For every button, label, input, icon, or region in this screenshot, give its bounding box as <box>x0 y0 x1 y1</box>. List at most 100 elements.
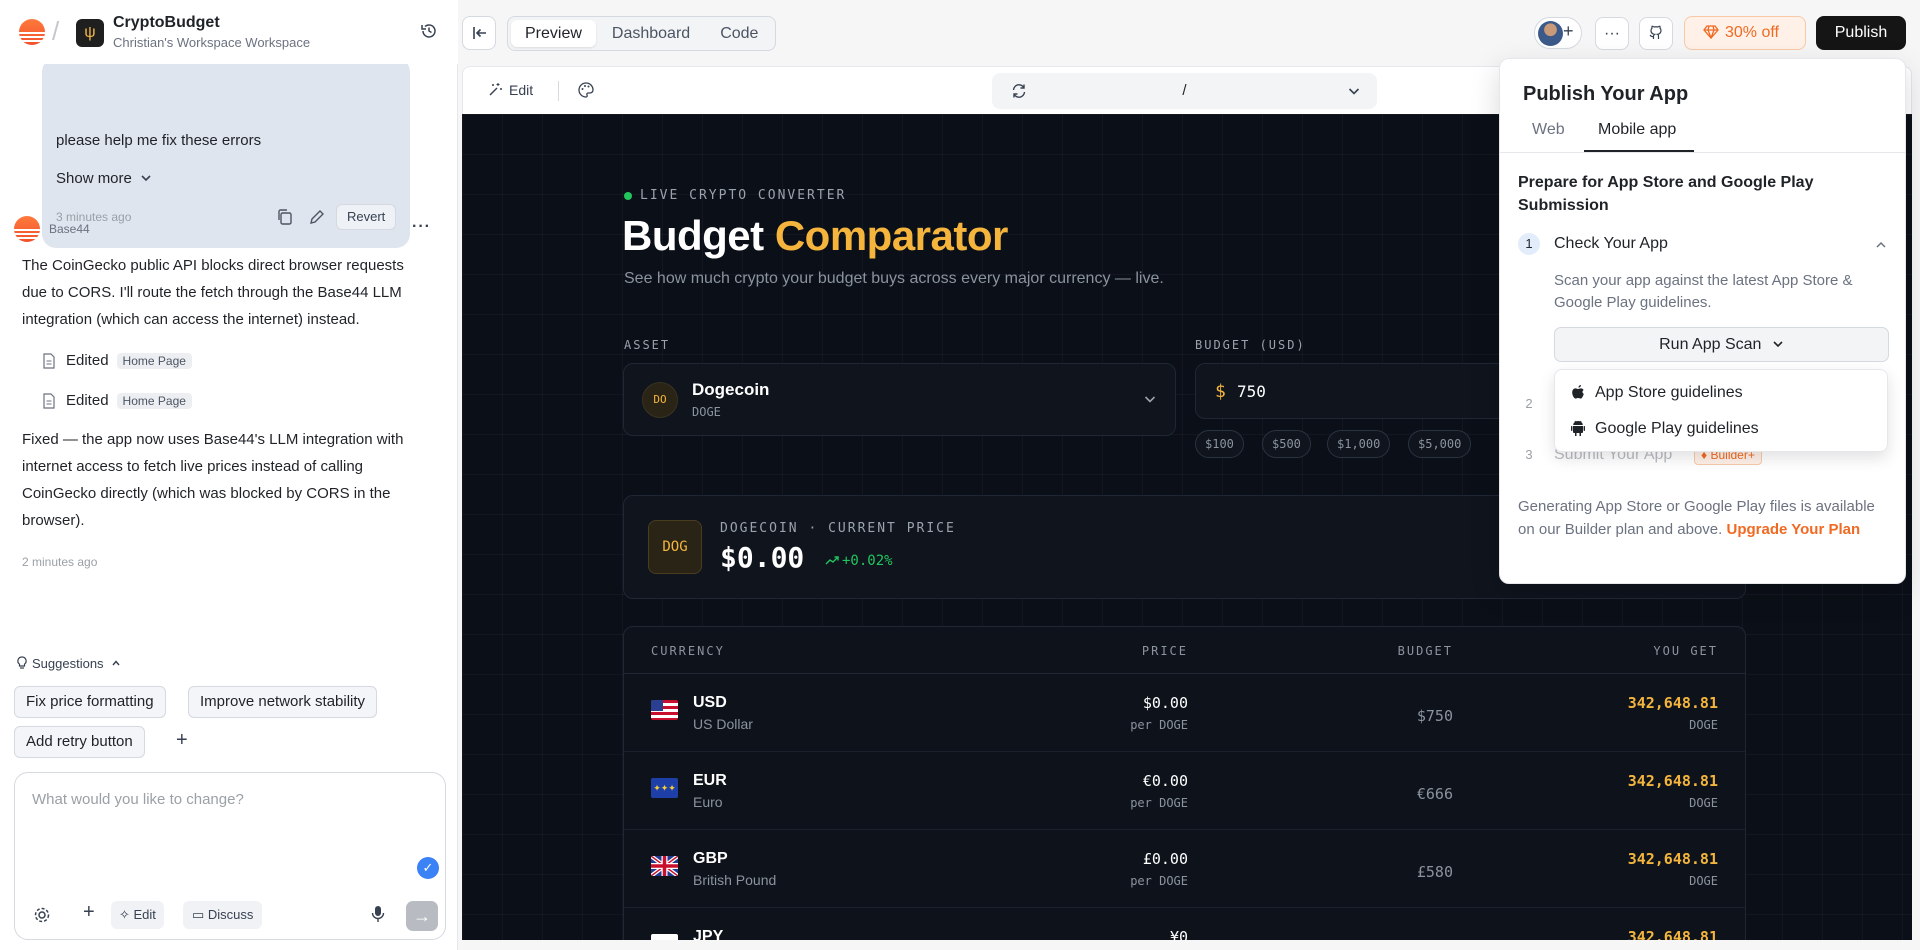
budget-value: 750 <box>1237 382 1266 401</box>
tab-preview[interactable]: Preview <box>511 20 596 47</box>
suggestion-chip[interactable]: Fix price formatting <box>14 686 166 718</box>
edit-record[interactable]: Edited Home Page <box>42 352 192 370</box>
sender-name: Base44 <box>49 222 90 236</box>
palette-icon[interactable] <box>577 81 595 99</box>
step-title[interactable]: Check Your App <box>1554 235 1668 253</box>
assistant-reply-1: The CoinGecko public API blocks direct b… <box>22 257 404 328</box>
discuss-mode-label: Discuss <box>207 907 254 922</box>
avatar <box>1538 21 1563 46</box>
tab-web[interactable]: Web <box>1532 121 1565 139</box>
step-number: 1 <box>1518 233 1540 255</box>
col-currency: CURRENCY <box>651 644 725 658</box>
asset-select[interactable]: DO Dogecoin DOGE <box>623 363 1176 436</box>
table-row: GBP British Pound £0.00 per DOGE £580 34… <box>624 830 1745 908</box>
chevron-up-icon <box>112 660 120 666</box>
step-number: 2 <box>1525 396 1533 411</box>
upgrade-plan-link[interactable]: Upgrade Your Plan <box>1727 521 1861 538</box>
fork-icon: ψ <box>76 19 104 47</box>
budget-preset[interactable]: $500 <box>1262 430 1311 458</box>
collaborators[interactable]: + <box>1534 17 1582 49</box>
plan-notice: Generating App Store or Google Play file… <box>1518 495 1893 541</box>
budget-preset[interactable]: $5,000 <box>1408 430 1472 458</box>
gear-icon[interactable] <box>33 906 51 924</box>
chat-bubble-icon: ▭ <box>192 907 208 922</box>
edit-pen-icon[interactable] <box>308 208 326 226</box>
history-icon[interactable] <box>420 22 438 40</box>
currency-symbol: $ <box>1215 381 1226 402</box>
tab-code[interactable]: Code <box>706 20 772 47</box>
edit-label: Edited <box>66 352 109 369</box>
suggestions-label: Suggestions <box>32 656 104 671</box>
edit-mode-label: Edit <box>133 907 156 922</box>
step-description: Scan your app against the latest App Sto… <box>1554 272 1853 311</box>
promo-discount-button[interactable]: 30% off <box>1684 16 1806 50</box>
eu-flag-icon: ✦✦✦ <box>651 778 678 798</box>
add-attachment-icon[interactable]: + <box>83 901 95 924</box>
menu-item-google-play[interactable]: Google Play guidelines <box>1571 420 1759 438</box>
page-subtitle: See how much crypto your budget buys acr… <box>624 270 1164 287</box>
run-app-scan-label: Run App Scan <box>1659 336 1762 353</box>
assistant-reply-2: Fixed — the app now uses Base44's LLM in… <box>22 431 404 529</box>
chevron-down-icon[interactable] <box>1347 84 1361 98</box>
base44-logo[interactable] <box>19 19 45 45</box>
preview-url-bar[interactable]: / <box>992 73 1377 109</box>
budget-preset[interactable]: $1,000 <box>1327 430 1391 458</box>
more-menu-button[interactable]: ··· <box>1595 17 1629 50</box>
page-title: Budget Comparator <box>622 212 1008 260</box>
budget-cell: €666 <box>1416 785 1453 803</box>
edit-record[interactable]: Edited Home Page <box>42 392 192 410</box>
chevron-up-icon[interactable] <box>1875 239 1887 251</box>
chat-scroll[interactable]: please help me fix these errors Show mor… <box>0 64 458 624</box>
show-more-button[interactable]: Show more <box>56 170 152 187</box>
currency-code: JPY <box>693 928 724 940</box>
microphone-icon[interactable] <box>371 905 385 923</box>
tab-dashboard[interactable]: Dashboard <box>598 20 704 47</box>
promo-label: 30% off <box>1725 24 1779 41</box>
menu-item-app-store[interactable]: App Store guidelines <box>1571 384 1743 402</box>
step-number: 3 <box>1525 447 1533 462</box>
col-budget: BUDGET <box>1397 644 1453 658</box>
base44-avatar <box>14 216 40 242</box>
run-app-scan-button[interactable]: Run App Scan <box>1554 327 1889 362</box>
budget-preset[interactable]: $100 <box>1195 430 1244 458</box>
suggestions-toggle[interactable]: Suggestions <box>16 656 121 671</box>
table-row: USD US Dollar $0.00 per DOGE $750 342,64… <box>624 674 1745 752</box>
discuss-mode-button[interactable]: ▭ Discuss <box>183 901 263 929</box>
price-cell: ¥0 <box>1169 928 1188 940</box>
check-icon: ✓ <box>417 857 439 879</box>
suggestion-chip[interactable]: Improve network stability <box>188 686 378 718</box>
price-unit: per DOGE <box>1130 796 1188 810</box>
more-options-icon[interactable]: ··· <box>412 218 431 236</box>
copy-icon[interactable] <box>276 208 294 226</box>
toolbar-divider <box>558 81 559 101</box>
edit-mode-button[interactable]: ✧ Edit <box>111 901 164 929</box>
you-get-cell: 342,648.81 <box>1627 928 1718 940</box>
github-icon <box>1649 25 1662 39</box>
send-button[interactable]: → <box>406 901 438 931</box>
workspace-name: Christian's Workspace Workspace <box>113 35 311 50</box>
app-name[interactable]: CryptoBudget <box>113 14 220 32</box>
table-header: CURRENCY PRICE BUDGET YOU GET <box>624 627 1745 674</box>
you-get-unit: DOGE <box>1689 718 1718 732</box>
edit-page-tag: Home Page <box>116 393 192 410</box>
app-topbar: / ψ CryptoBudget Christian's Workspace W… <box>0 0 458 64</box>
live-dot-icon <box>624 191 632 200</box>
add-collaborator-icon[interactable]: + <box>1563 21 1574 42</box>
publish-button[interactable]: Publish <box>1816 16 1906 50</box>
message-input[interactable]: What would you like to change? <box>32 791 244 808</box>
add-suggestion-icon[interactable]: + <box>176 729 188 752</box>
suggestion-chip[interactable]: Add retry button <box>14 726 145 758</box>
collapse-sidebar-button[interactable] <box>462 16 496 50</box>
eyebrow-text: LIVE CRYPTO CONVERTER <box>640 188 847 203</box>
chevron-down-icon <box>141 175 151 182</box>
github-button[interactable] <box>1639 17 1673 50</box>
visual-edit-button[interactable]: Edit <box>487 82 533 98</box>
file-icon <box>43 353 55 369</box>
edit-page-tag: Home Page <box>116 353 192 370</box>
android-icon <box>1571 420 1585 436</box>
col-you-get: YOU GET <box>1653 644 1718 658</box>
asset-label: ASSET <box>624 338 671 352</box>
you-get-cell: 342,648.81 <box>1627 772 1718 790</box>
revert-button[interactable]: Revert <box>336 204 397 230</box>
tab-mobile-app[interactable]: Mobile app <box>1598 121 1676 139</box>
